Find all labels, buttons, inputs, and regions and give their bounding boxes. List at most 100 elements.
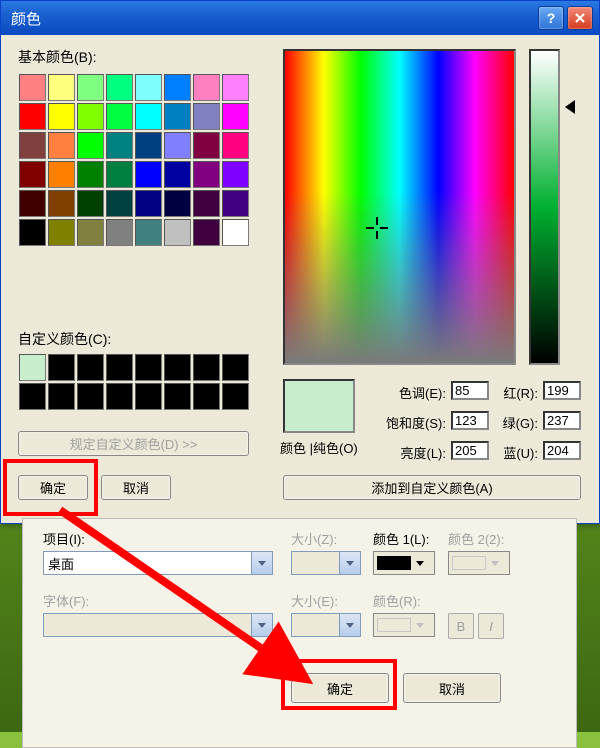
color-swatch[interactable]	[164, 354, 191, 381]
color-swatch[interactable]	[77, 74, 104, 101]
bottom-cancel-button[interactable]: 取消	[403, 673, 501, 703]
color-swatch[interactable]	[48, 190, 75, 217]
color-swatch[interactable]	[106, 383, 133, 410]
color-swatch[interactable]	[106, 161, 133, 188]
color-swatch[interactable]	[164, 383, 191, 410]
color-swatch[interactable]	[106, 132, 133, 159]
red-input[interactable]: 199	[543, 381, 581, 400]
close-icon	[574, 12, 586, 24]
display-properties-panel: 项目(I): 桌面 大小(Z): 颜色 1(L): 颜色 2(2): 字体(F)…	[22, 518, 577, 748]
color-swatch[interactable]	[19, 103, 46, 130]
color-swatch[interactable]	[106, 219, 133, 246]
blue-input[interactable]: 204	[543, 441, 581, 460]
color-swatch[interactable]	[222, 219, 249, 246]
color-swatch[interactable]	[19, 383, 46, 410]
chevron-down-icon	[416, 561, 424, 566]
hue-input[interactable]: 85	[451, 381, 489, 400]
color-swatch[interactable]	[48, 219, 75, 246]
bold-button: B	[448, 613, 474, 639]
chevron-down-icon	[251, 614, 272, 636]
color-swatch[interactable]	[193, 219, 220, 246]
titlebar[interactable]: 颜色 ?	[1, 1, 599, 35]
color-swatch[interactable]	[135, 161, 162, 188]
color-swatch[interactable]	[48, 74, 75, 101]
color-dialog: 颜色 ? 基本颜色(B): 自定义颜色(C): 规定自定义颜色(D) >> 确定…	[0, 0, 600, 524]
color2-swatch	[452, 556, 486, 570]
color-swatch[interactable]	[222, 132, 249, 159]
color-swatch[interactable]	[48, 383, 75, 410]
color-swatch[interactable]	[193, 132, 220, 159]
color-swatch[interactable]	[19, 161, 46, 188]
color-swatch[interactable]	[193, 354, 220, 381]
add-to-custom-button[interactable]: 添加到自定义颜色(A)	[283, 475, 581, 500]
color-swatch[interactable]	[48, 132, 75, 159]
color-swatch[interactable]	[222, 161, 249, 188]
color-swatch[interactable]	[48, 103, 75, 130]
color-swatch[interactable]	[193, 74, 220, 101]
close-button[interactable]	[567, 6, 593, 30]
color-swatch[interactable]	[19, 219, 46, 246]
color2-picker	[448, 551, 510, 575]
help-button[interactable]: ?	[538, 6, 564, 30]
color-swatch[interactable]	[193, 161, 220, 188]
ok-button[interactable]: 确定	[18, 475, 88, 500]
color-swatch[interactable]	[135, 74, 162, 101]
color-swatch[interactable]	[164, 103, 191, 130]
color-swatch[interactable]	[164, 190, 191, 217]
color2-label: 颜色 2(2):	[448, 529, 504, 548]
color-swatch[interactable]	[135, 354, 162, 381]
color-swatch[interactable]	[135, 103, 162, 130]
color-swatch[interactable]	[106, 190, 133, 217]
color-swatch[interactable]	[77, 103, 104, 130]
color-swatch[interactable]	[77, 161, 104, 188]
color-swatch[interactable]	[164, 161, 191, 188]
define-custom-button[interactable]: 规定自定义颜色(D) >>	[18, 431, 249, 456]
color1-picker[interactable]	[373, 551, 435, 575]
color-swatch[interactable]	[48, 161, 75, 188]
color-swatch[interactable]	[48, 354, 75, 381]
color-swatch[interactable]	[135, 219, 162, 246]
color-swatch[interactable]	[193, 383, 220, 410]
color-swatch[interactable]	[77, 354, 104, 381]
color-swatch[interactable]	[77, 219, 104, 246]
green-input[interactable]: 237	[543, 411, 581, 430]
color1-label: 颜色 1(L):	[373, 529, 429, 548]
color-swatch[interactable]	[77, 190, 104, 217]
color-swatch[interactable]	[222, 190, 249, 217]
color-swatch[interactable]	[19, 132, 46, 159]
color-swatch[interactable]	[135, 132, 162, 159]
luminosity-arrow-icon[interactable]	[565, 100, 575, 114]
color-swatch[interactable]	[19, 74, 46, 101]
color-preview	[283, 379, 355, 433]
color-swatch[interactable]	[164, 132, 191, 159]
color-swatch[interactable]	[77, 132, 104, 159]
color-swatch[interactable]	[19, 354, 46, 381]
cancel-button[interactable]: 取消	[101, 475, 171, 500]
item-combobox[interactable]: 桌面	[43, 551, 273, 575]
basic-colors-grid	[18, 73, 250, 247]
color-swatch[interactable]	[164, 74, 191, 101]
color-swatch[interactable]	[135, 190, 162, 217]
color-swatch[interactable]	[19, 190, 46, 217]
bottom-ok-button[interactable]: 确定	[291, 673, 389, 703]
sat-input[interactable]: 123	[451, 411, 489, 430]
color-swatch[interactable]	[106, 74, 133, 101]
color-swatch[interactable]	[193, 103, 220, 130]
color-swatch[interactable]	[77, 383, 104, 410]
color-swatch[interactable]	[222, 383, 249, 410]
italic-button: I	[478, 613, 504, 639]
color-swatch[interactable]	[222, 354, 249, 381]
color-swatch[interactable]	[222, 74, 249, 101]
color-swatch[interactable]	[193, 190, 220, 217]
color-swatch[interactable]	[164, 219, 191, 246]
luminosity-bar[interactable]	[529, 49, 560, 365]
item-combobox-value: 桌面	[48, 554, 74, 573]
color-swatch[interactable]	[135, 383, 162, 410]
color-swatch[interactable]	[106, 354, 133, 381]
lum-input[interactable]: 205	[451, 441, 489, 460]
color-gradient-picker[interactable]	[283, 49, 516, 365]
color-swatch[interactable]	[222, 103, 249, 130]
color-swatch[interactable]	[106, 103, 133, 130]
color1-swatch	[377, 556, 411, 570]
size-combobox	[291, 551, 361, 575]
